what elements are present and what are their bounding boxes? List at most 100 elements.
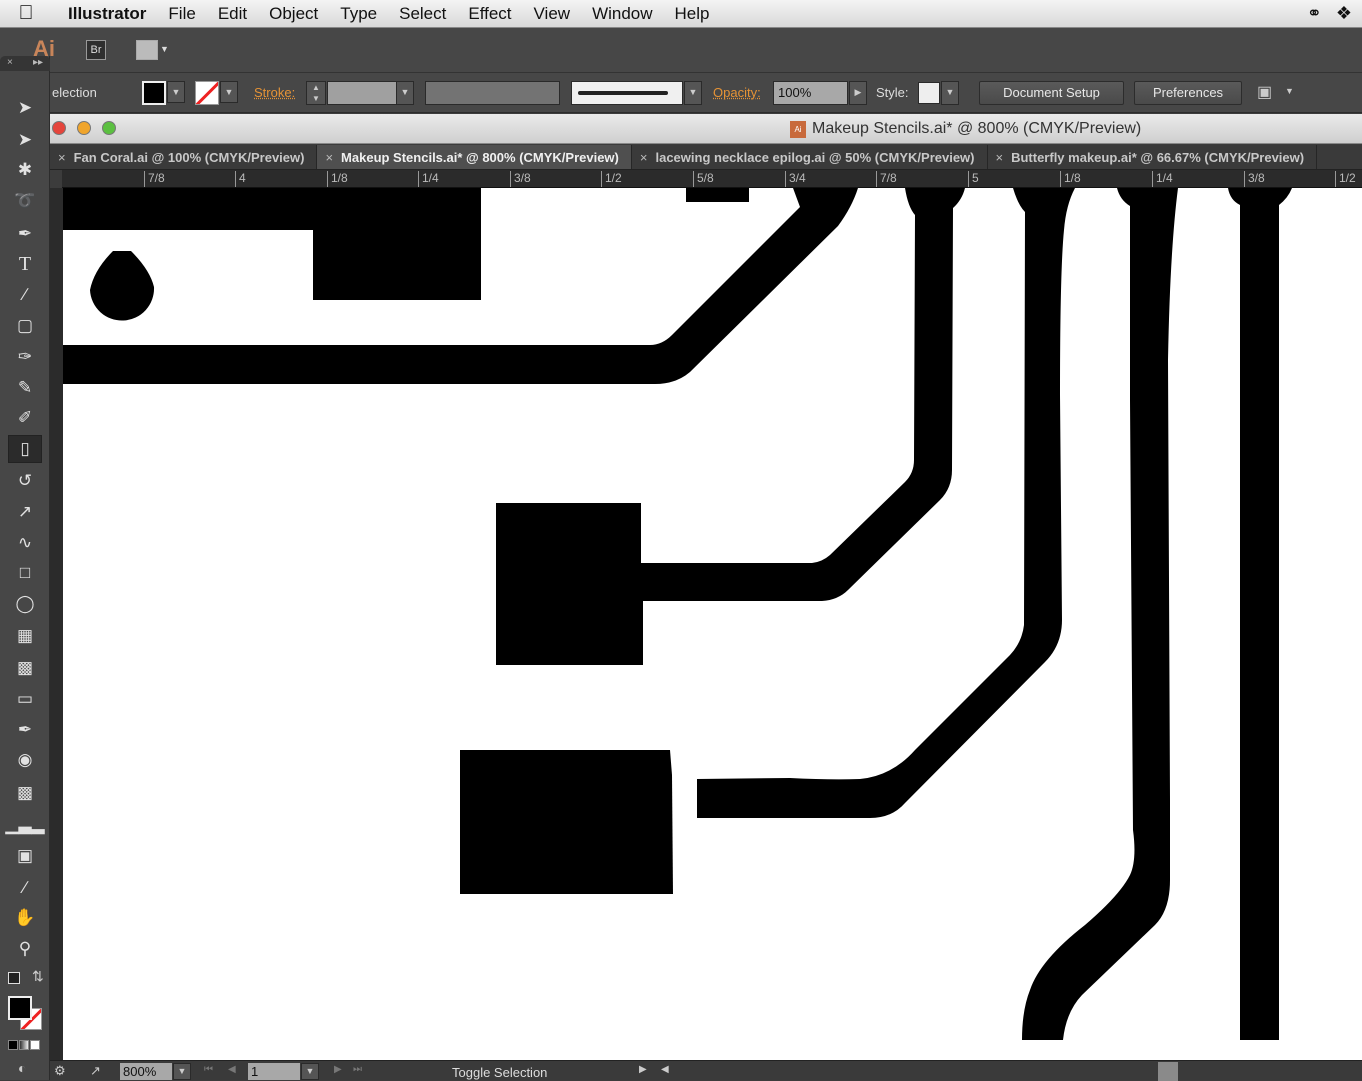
warp-tool-icon[interactable]: ∿ [8, 529, 42, 557]
perspective-grid-tool-icon[interactable]: ▦ [8, 622, 42, 650]
lasso-tool-icon[interactable]: ➰ [8, 187, 42, 215]
chevron-down-icon[interactable]: ▼ [1285, 86, 1294, 96]
brush-definition[interactable] [571, 81, 683, 105]
pad-with-trace-2[interactable] [496, 188, 965, 665]
menu-type[interactable]: Type [329, 4, 388, 24]
tab-lacewing-necklace[interactable]: × lacewing necklace epilog.ai @ 50% (CMYK… [632, 145, 988, 169]
menu-effect[interactable]: Effect [457, 4, 522, 24]
next-artboard-icon[interactable]: ▶ [334, 1064, 342, 1075]
selection-tool-icon[interactable]: ➤ [8, 94, 42, 122]
mesh-tool-icon[interactable]: ▩ [8, 654, 42, 682]
tab-butterfly-makeup[interactable]: × Butterfly makeup.ai* @ 66.67% (CMYK/Pre… [988, 145, 1318, 169]
close-icon[interactable]: × [58, 150, 66, 165]
rotate-tool-icon[interactable]: ↺ [8, 467, 42, 495]
tab-makeup-stencils[interactable]: × Makeup Stencils.ai* @ 800% (CMYK/Previe… [317, 145, 632, 169]
stroke-weight-input[interactable] [327, 81, 397, 105]
creative-cloud-icon[interactable]: ⚭ [1307, 3, 1322, 24]
shape-builder-tool-icon[interactable]: ◯ [8, 590, 42, 618]
last-artboard-icon[interactable]: ⏭ [353, 1064, 362, 1075]
close-icon[interactable]: × [325, 150, 333, 165]
status-menu-arrow[interactable]: ▶ [639, 1064, 647, 1075]
symbol-sprayer-tool-icon[interactable]: ▩ [8, 779, 42, 807]
scale-tool-icon[interactable]: ↗ [8, 498, 42, 526]
scroll-left-arrow[interactable]: ◀ [661, 1064, 669, 1075]
artboard-tool-icon[interactable]: ▣ [8, 842, 42, 870]
column-graph-tool-icon[interactable]: ▁▃▂ [5, 811, 44, 839]
zoom-level-input[interactable]: 800% [120, 1063, 172, 1080]
dropbox-icon[interactable]: ❖ [1336, 3, 1352, 24]
artboard-number-input[interactable]: 1 [248, 1063, 300, 1080]
menu-edit[interactable]: Edit [207, 4, 258, 24]
trace-5[interactable] [1228, 188, 1292, 1040]
minimize-window-button[interactable] [77, 121, 91, 135]
artboard-dropdown[interactable]: ▼ [301, 1063, 319, 1080]
blob-brush-tool-icon[interactable]: ✐ [8, 404, 42, 432]
zoom-dropdown[interactable]: ▼ [173, 1063, 191, 1080]
menu-object[interactable]: Object [258, 4, 329, 24]
isolate-selected-icon[interactable]: ▣ [1257, 82, 1272, 102]
none-mode-icon[interactable] [30, 1040, 40, 1050]
close-icon[interactable]: × [7, 57, 13, 68]
default-colors-icon[interactable] [8, 972, 20, 984]
tab-fan-coral[interactable]: × Fan Coral.ai @ 100% (CMYK/Preview) [50, 145, 318, 169]
gradient-mode-icon[interactable] [19, 1040, 29, 1050]
top-small-pad[interactable] [686, 188, 749, 202]
bottom-pad[interactable] [460, 750, 673, 894]
bridge-button[interactable]: Br [86, 40, 106, 60]
zoom-tool-icon[interactable]: ⚲ [8, 935, 42, 963]
style-dropdown[interactable]: ▼ [941, 81, 959, 105]
preferences-button[interactable]: Preferences [1134, 81, 1242, 105]
opacity-arrow[interactable]: ▶ [849, 81, 867, 105]
eraser-tool-icon[interactable]: ▯ [8, 435, 42, 463]
teardrop-shape[interactable] [90, 251, 155, 321]
previous-artboard-icon[interactable]: ◀ [228, 1064, 236, 1075]
menu-file[interactable]: File [157, 4, 206, 24]
close-icon[interactable]: × [996, 150, 1004, 165]
top-left-bar[interactable] [63, 188, 313, 230]
menu-help[interactable]: Help [664, 4, 721, 24]
menu-app-name[interactable]: Illustrator [52, 4, 157, 24]
zoom-window-button[interactable] [102, 121, 116, 135]
fill-dropdown[interactable]: ▼ [167, 81, 185, 103]
share-icon[interactable]: ↗ [90, 1063, 101, 1079]
stroke-swatch[interactable] [195, 81, 219, 105]
rectangle-tool-icon[interactable]: ▢ [8, 312, 42, 340]
close-icon[interactable]: × [640, 150, 648, 165]
horizontal-ruler[interactable]: 7/8 4 1/8 1/4 3/8 1/2 5/8 3/4 7/8 5 1/8 … [62, 170, 1362, 188]
magic-wand-tool-icon[interactable]: ✱ [8, 156, 42, 184]
stroke-label[interactable]: Stroke: [254, 85, 295, 100]
hand-tool-icon[interactable]: ✋ [8, 904, 42, 932]
fill-swatch[interactable] [142, 81, 166, 105]
expand-panel-icon[interactable]: ▸▸ [33, 57, 43, 68]
horizontal-scrollbar-thumb[interactable] [1158, 1062, 1178, 1081]
drawing-mode-icon[interactable]: ◐ [18, 1060, 26, 1076]
pencil-tool-icon[interactable]: ✎ [8, 374, 42, 402]
variable-width-profile[interactable] [425, 81, 560, 105]
blend-tool-icon[interactable]: ◉ [8, 746, 42, 774]
line-tool-icon[interactable]: ∕ [8, 281, 42, 309]
color-mode-icon[interactable] [8, 1040, 18, 1050]
slice-tool-icon[interactable]: ∕ [8, 874, 42, 902]
status-text[interactable]: Toggle Selection [452, 1065, 547, 1080]
direct-selection-tool-icon[interactable]: ➤ [8, 126, 42, 154]
pen-tool-icon[interactable]: ✒ [8, 220, 42, 248]
brush-dropdown[interactable]: ▼ [684, 81, 702, 105]
free-transform-tool-icon[interactable]: □ [8, 559, 42, 587]
settings-icon[interactable]: ⚙ [54, 1063, 66, 1079]
opacity-label[interactable]: Opacity: [713, 85, 761, 100]
gradient-tool-icon[interactable]: ▭ [8, 685, 42, 713]
artboard-canvas[interactable] [63, 188, 1362, 1060]
menu-window[interactable]: Window [581, 4, 663, 24]
stroke-weight-stepper[interactable]: ▲ ▼ [306, 81, 326, 105]
eyedropper-tool-icon[interactable]: ✒ [8, 716, 42, 744]
close-window-button[interactable] [52, 121, 66, 135]
fill-color-box[interactable] [8, 996, 32, 1020]
first-artboard-icon[interactable]: ⏮ [204, 1064, 213, 1075]
apple-icon[interactable]:  [0, 2, 52, 25]
stroke-weight-dropdown[interactable]: ▼ [396, 81, 414, 105]
top-pad[interactable] [313, 188, 481, 300]
type-tool-icon[interactable]: T [8, 250, 42, 278]
paintbrush-tool-icon[interactable]: ✑ [8, 343, 42, 371]
menu-select[interactable]: Select [388, 4, 457, 24]
graphic-style-swatch[interactable] [918, 82, 940, 104]
